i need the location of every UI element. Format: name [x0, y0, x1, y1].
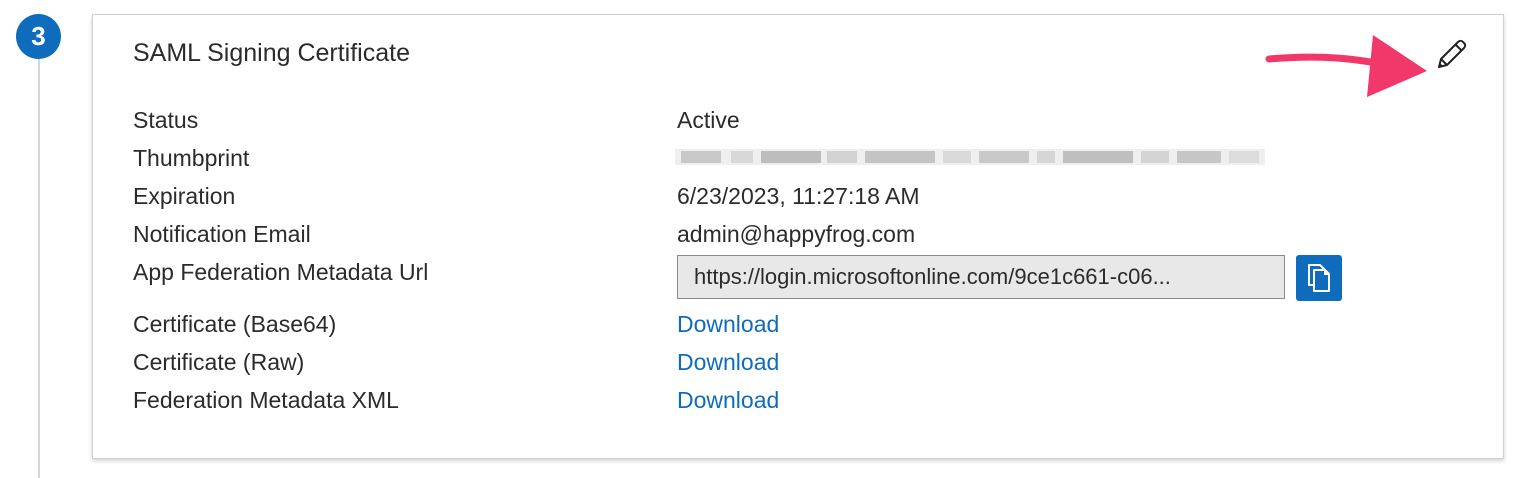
step-number-badge: 3	[16, 14, 61, 59]
metadata-url-input[interactable]	[677, 255, 1285, 299]
copy-url-button[interactable]	[1296, 255, 1342, 301]
expiration-label: Expiration	[133, 183, 236, 209]
notification-email-value: admin@happyfrog.com	[677, 221, 916, 247]
cert-base64-label: Certificate (Base64)	[133, 311, 337, 337]
thumbprint-value-redacted	[675, 149, 1265, 165]
cert-raw-label: Certificate (Raw)	[133, 349, 305, 375]
notification-email-label: Notification Email	[133, 221, 311, 247]
step-connector-line	[38, 52, 40, 478]
cert-base64-download-link[interactable]: Download	[677, 311, 779, 338]
edit-certificate-button[interactable]	[1431, 35, 1471, 75]
copy-icon	[1308, 264, 1330, 292]
pencil-icon	[1438, 39, 1467, 68]
federation-xml-label: Federation Metadata XML	[133, 387, 399, 413]
metadata-url-label: App Federation Metadata Url	[133, 259, 429, 285]
federation-xml-download-link[interactable]: Download	[677, 387, 779, 414]
cert-raw-download-link[interactable]: Download	[677, 349, 779, 376]
status-label: Status	[133, 107, 199, 133]
expiration-value: 6/23/2023, 11:27:18 AM	[677, 183, 920, 209]
saml-certificate-card: SAML Signing Certificate Status Active T…	[92, 14, 1504, 459]
thumbprint-label: Thumbprint	[133, 145, 250, 171]
status-value: Active	[677, 107, 740, 133]
card-title: SAML Signing Certificate	[133, 39, 410, 67]
annotation-arrow-icon	[1265, 35, 1427, 97]
